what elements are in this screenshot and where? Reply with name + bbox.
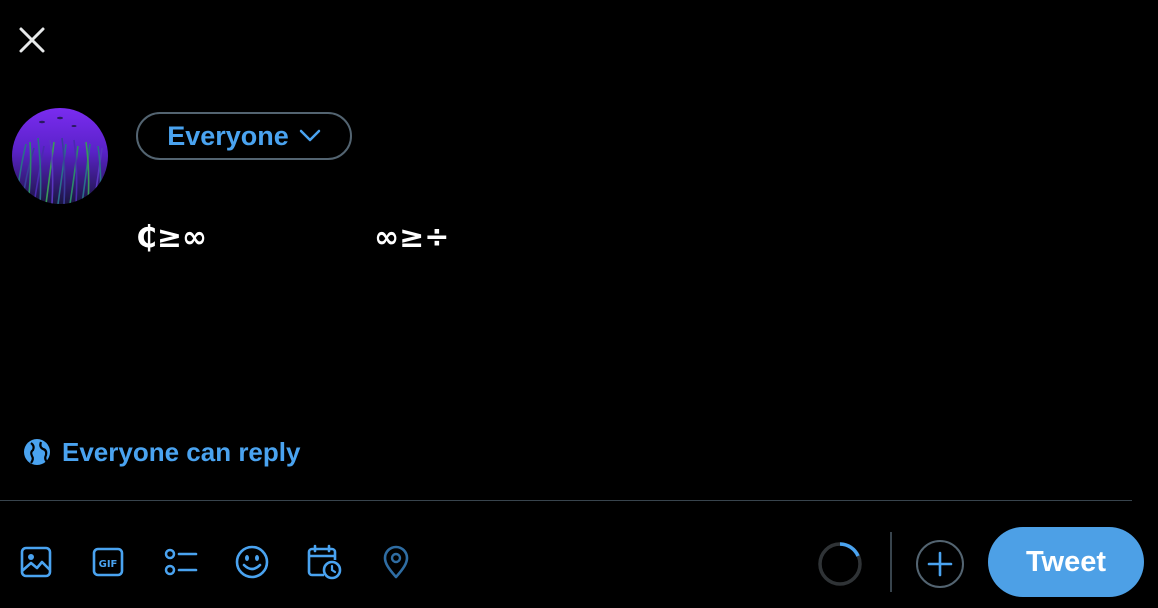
divider [0,500,1132,501]
tweet-button[interactable]: Tweet [988,527,1144,597]
audience-label: Everyone [167,120,289,151]
close-icon [19,27,45,53]
chevron-down-icon [299,129,321,143]
emoji-button[interactable] [230,540,274,584]
media-button[interactable] [14,540,58,584]
audience-selector-button[interactable]: Everyone [136,112,352,160]
plus-icon [916,540,964,588]
schedule-button[interactable] [302,540,346,584]
compose-tweet-dialog: Everyone ₵≥∞ ∞≥÷ Everyone can reply GIF … [0,0,1158,608]
reply-setting-label: Everyone can reply [62,436,301,467]
toolbar-separator [890,532,892,592]
character-count-progress [816,540,864,588]
avatar-image [12,108,108,204]
add-tweet-button[interactable] [914,538,966,590]
close-button[interactable] [12,20,52,60]
gif-icon: GIF [92,547,124,577]
location-icon [383,545,409,579]
globe-icon [24,439,50,465]
tweet-text-input[interactable]: ₵≥∞ ∞≥÷ [136,220,1096,380]
image-icon [20,546,52,578]
emoji-icon [235,545,269,579]
schedule-icon [307,544,342,580]
avatar[interactable] [12,108,108,204]
poll-button[interactable] [158,540,202,584]
poll-icon [164,548,198,576]
location-button[interactable] [374,540,418,584]
gif-button[interactable]: GIF [86,540,130,584]
svg-text:GIF: GIF [99,559,118,570]
reply-setting-button[interactable]: Everyone can reply [22,432,300,472]
